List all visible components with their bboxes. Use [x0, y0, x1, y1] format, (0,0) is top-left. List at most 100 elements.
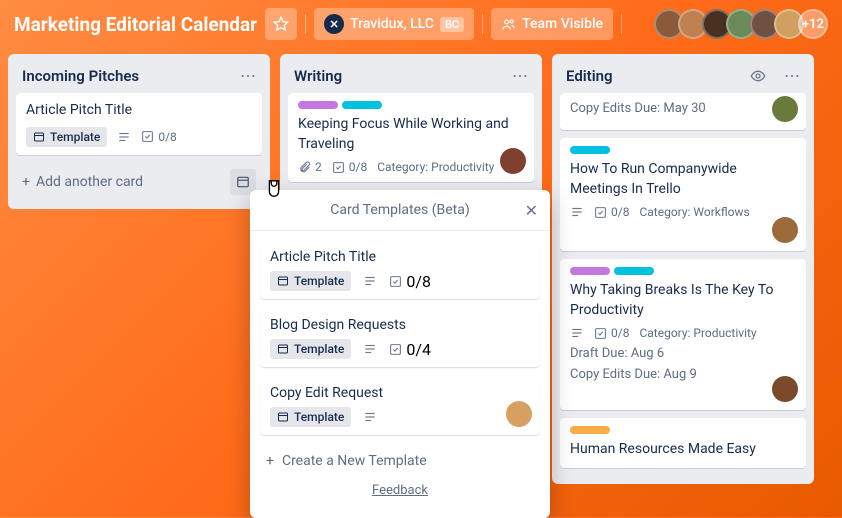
card-title: Why Taking Breaks Is The Key To Producti…: [570, 281, 796, 320]
label-teal[interactable]: [342, 101, 382, 109]
card-labels: [570, 426, 796, 434]
copy-due-text: Copy Edits Due: Aug 9: [570, 367, 796, 382]
feedback-link[interactable]: Feedback: [260, 477, 540, 508]
plus-icon: +: [22, 174, 30, 190]
visibility-label: Team Visible: [522, 16, 603, 32]
description-icon: [363, 274, 377, 288]
list-menu-button[interactable]: ⋯: [240, 66, 256, 85]
checklist-icon: [332, 161, 345, 174]
board-header: Marketing Editorial Calendar ✕ Travidux,…: [0, 0, 842, 48]
description-icon: [117, 130, 131, 144]
popover-body: Article Pitch Title Template 0/8 Blog De…: [250, 231, 550, 518]
create-template-button[interactable]: + Create a New Template: [260, 445, 540, 477]
list-menu-button[interactable]: ⋯: [784, 66, 800, 85]
card[interactable]: Copy Edits Due: May 30: [560, 93, 806, 130]
board-title: Marketing Editorial Calendar: [14, 13, 257, 36]
template-badges: Template: [270, 407, 530, 427]
card-title: Article Pitch Title: [26, 101, 252, 121]
divider: [305, 14, 306, 34]
popover-header: Card Templates (Beta) ✕: [250, 190, 550, 231]
divider: [621, 14, 622, 34]
card-member-avatar[interactable]: [772, 96, 798, 122]
template-badges: Template 0/4: [270, 339, 530, 359]
card[interactable]: Why Taking Breaks Is The Key To Producti…: [560, 259, 806, 410]
list-title[interactable]: Editing: [566, 67, 613, 85]
checklist-badge: 0/8: [594, 326, 629, 340]
template-badges: Template 0/8: [270, 271, 530, 291]
checklist-icon: [389, 275, 402, 288]
checklist-icon: [594, 327, 607, 340]
avatar-more[interactable]: +12: [798, 9, 828, 39]
card-labels: [298, 101, 524, 109]
template-icon: [277, 343, 289, 355]
checklist-badge: 0/8: [332, 160, 367, 174]
list-header: Writing ⋯: [288, 62, 534, 93]
description-icon: [363, 410, 377, 424]
template-item[interactable]: Article Pitch Title Template 0/8: [260, 241, 540, 299]
label-teal[interactable]: [614, 267, 654, 275]
checklist-icon: [141, 130, 154, 143]
card-labels: [570, 267, 796, 275]
template-icon: [277, 411, 289, 423]
add-card-row: + Add another card: [16, 163, 262, 201]
list-incoming-pitches: Incoming Pitches ⋯ Article Pitch Title T…: [8, 54, 270, 209]
list-title[interactable]: Incoming Pitches: [22, 67, 139, 85]
watching-icon: [750, 68, 766, 84]
visibility-button[interactable]: Team Visible: [491, 8, 613, 40]
org-button[interactable]: ✕ Travidux, LLC BC: [314, 8, 474, 40]
attachment-badge: 2: [298, 160, 322, 174]
card[interactable]: How To Run Companywide Meetings In Trell…: [560, 138, 806, 251]
description-icon: [363, 342, 377, 356]
card[interactable]: Article Pitch Title Template 0/8: [16, 93, 262, 155]
category-text: Category: Workflows: [639, 205, 749, 219]
label-purple[interactable]: [570, 267, 610, 275]
card-badges: 0/8 Category: Productivity: [570, 326, 796, 340]
template-member-avatar[interactable]: [506, 401, 532, 427]
close-button[interactable]: ✕: [525, 201, 538, 220]
card-badges: Template 0/8: [26, 127, 252, 147]
org-name: Travidux, LLC: [350, 16, 434, 32]
checklist-badge: 0/4: [389, 340, 431, 359]
card[interactable]: Keeping Focus While Working and Travelin…: [288, 93, 534, 182]
draft-due-text: Draft Due: Aug 6: [570, 346, 796, 361]
category-text: Category: Productivity: [639, 326, 756, 340]
plus-icon: +: [266, 453, 274, 469]
cursor-icon: [263, 178, 285, 200]
list-writing: Writing ⋯ Keeping Focus While Working an…: [280, 54, 542, 198]
list-editing: Editing ⋯ Copy Edits Due: May 30 How To …: [552, 54, 814, 484]
popover-title: Card Templates (Beta): [330, 202, 469, 218]
divider: [482, 14, 483, 34]
avatar-stack[interactable]: +12: [660, 9, 828, 39]
list-title[interactable]: Writing: [294, 67, 342, 85]
card-badges: 0/8 Category: Workflows: [570, 205, 796, 219]
template-title: Copy Edit Request: [270, 385, 530, 401]
description-icon: [570, 205, 584, 219]
star-button[interactable]: [265, 8, 297, 40]
card[interactable]: Human Resources Made Easy: [560, 418, 806, 468]
template-badge: Template: [270, 271, 351, 291]
label-purple[interactable]: [298, 101, 338, 109]
checklist-badge: 0/8: [594, 205, 629, 219]
list-header: Editing ⋯: [560, 62, 806, 93]
template-badge: Template: [270, 407, 351, 427]
template-item[interactable]: Copy Edit Request Template: [260, 377, 540, 435]
template-title: Article Pitch Title: [270, 249, 530, 265]
org-icon: ✕: [324, 14, 344, 34]
team-icon: [501, 17, 516, 32]
checklist-icon: [389, 343, 402, 356]
card-title: Keeping Focus While Working and Travelin…: [298, 115, 524, 154]
template-icon: [277, 275, 289, 287]
template-icon: [33, 131, 45, 143]
card-title: Human Resources Made Easy: [570, 440, 796, 460]
card-labels: [570, 146, 796, 154]
card-member-avatar[interactable]: [772, 217, 798, 243]
template-item[interactable]: Blog Design Requests Template 0/4: [260, 309, 540, 367]
card-templates-popover: Card Templates (Beta) ✕ Article Pitch Ti…: [250, 190, 550, 518]
label-teal[interactable]: [570, 146, 610, 154]
add-card-button[interactable]: + Add another card: [22, 174, 143, 190]
category-text: Category: Productivity: [377, 160, 494, 174]
card-member-avatar[interactable]: [500, 148, 526, 174]
list-menu-button[interactable]: ⋯: [512, 66, 528, 85]
label-orange[interactable]: [570, 426, 610, 434]
list-header: Incoming Pitches ⋯: [16, 62, 262, 93]
